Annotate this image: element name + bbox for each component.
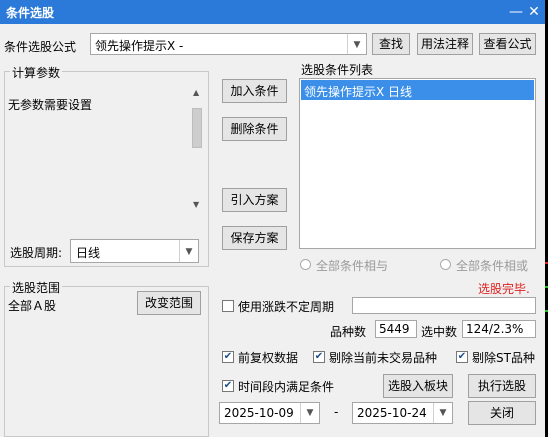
scroll-thumb[interactable] [192,108,202,148]
uncertain-period-label: 使用涨跌不定周期 [238,300,335,314]
adjust-checkbox[interactable]: ✔ [222,351,234,363]
status-text: 选股完毕. [478,282,530,296]
uncertain-period-field[interactable] [352,297,536,314]
usage-notes-button[interactable]: 用法注释 [417,33,473,55]
find-button[interactable]: 查找 [372,33,410,55]
condition-stock-selection-window: 条件选股 — ✕ 条件选股公式 领先操作提示X - ▼ 查找 用法注释 查看公式… [0,0,545,437]
selected-value: 124/2.3% [466,322,524,336]
scroll-down-icon[interactable]: ▼ [193,200,199,209]
period-label: 选股周期: [10,246,63,260]
count-value: 5449 [379,322,410,336]
save-plan-button[interactable]: 保存方案 [222,226,287,250]
view-formula-button[interactable]: 查看公式 [479,33,536,55]
exclude-halted-label: 剔除当前未交易品种 [329,351,438,365]
logic-and-radio[interactable] [300,259,311,270]
add-to-block-button[interactable]: 选股入板块 [383,374,453,398]
chevron-down-icon[interactable]: ▼ [300,403,319,423]
time-range-checkbox[interactable]: ✔ [222,380,234,392]
scope-group-label: 选股范围 [10,279,63,296]
params-scrollbar[interactable]: ▲ ▼ [191,88,204,212]
chevron-down-icon[interactable]: ▼ [179,240,198,262]
add-condition-button[interactable]: 加入条件 [222,79,287,103]
close-icon[interactable]: ✕ [525,3,543,21]
list-item[interactable]: 领先操作提示X 日线 [301,80,534,100]
minimize-icon[interactable]: — [507,3,525,21]
date-separator: - [334,405,339,419]
logic-or-radio[interactable] [440,259,451,270]
title-bar[interactable]: 条件选股 — ✕ [0,0,545,24]
start-date-picker[interactable]: 2025-10-09 ▼ [219,402,320,424]
import-plan-button[interactable]: 引入方案 [222,188,287,212]
list-item-label: 领先操作提示X 日线 [304,85,413,99]
end-date-value: 2025-10-24 [357,406,427,420]
chevron-down-icon[interactable]: ▼ [347,34,366,54]
exclude-st-checkbox[interactable]: ✔ [456,351,468,363]
period-select[interactable]: 日线 ▼ [70,239,199,263]
period-value: 日线 [76,246,101,260]
execute-selection-button[interactable]: 执行选股 [468,374,536,398]
count-label: 品种数 [330,325,367,339]
uncertain-period-checkbox[interactable] [222,300,234,312]
change-scope-button[interactable]: 改变范围 [137,291,201,315]
window-title: 条件选股 [6,6,55,20]
selected-field: 124/2.3% [462,320,536,338]
scroll-up-icon[interactable]: ▲ [193,88,199,97]
count-field: 5449 [375,320,417,338]
logic-or-label: 全部条件相或 [456,259,529,273]
exclude-st-label: 剔除ST品种 [472,351,535,365]
params-group-label: 计算参数 [10,64,63,81]
end-date-picker[interactable]: 2025-10-24 ▼ [352,402,453,424]
conditions-label: 选股条件列表 [301,63,374,77]
adjust-label: 前复权数据 [238,351,299,365]
close-button[interactable]: 关闭 [468,401,536,425]
selected-label: 选中数 [421,325,458,339]
formula-select[interactable]: 领先操作提示X - ▼ [90,33,367,55]
formula-label: 条件选股公式 [4,40,77,54]
time-range-label: 时间段内满足条件 [238,380,335,394]
delete-condition-button[interactable]: 删除条件 [222,117,287,141]
start-date-value: 2025-10-09 [224,406,294,420]
formula-value: 领先操作提示X - [95,39,184,53]
logic-and-label: 全部条件相与 [316,259,389,273]
scope-value: 全部Ａ股 [8,299,57,313]
chevron-down-icon[interactable]: ▼ [433,403,452,423]
params-text: 无参数需要设置 [8,98,93,112]
exclude-halted-checkbox[interactable]: ✔ [313,351,325,363]
conditions-list[interactable]: 领先操作提示X 日线 [299,78,536,249]
